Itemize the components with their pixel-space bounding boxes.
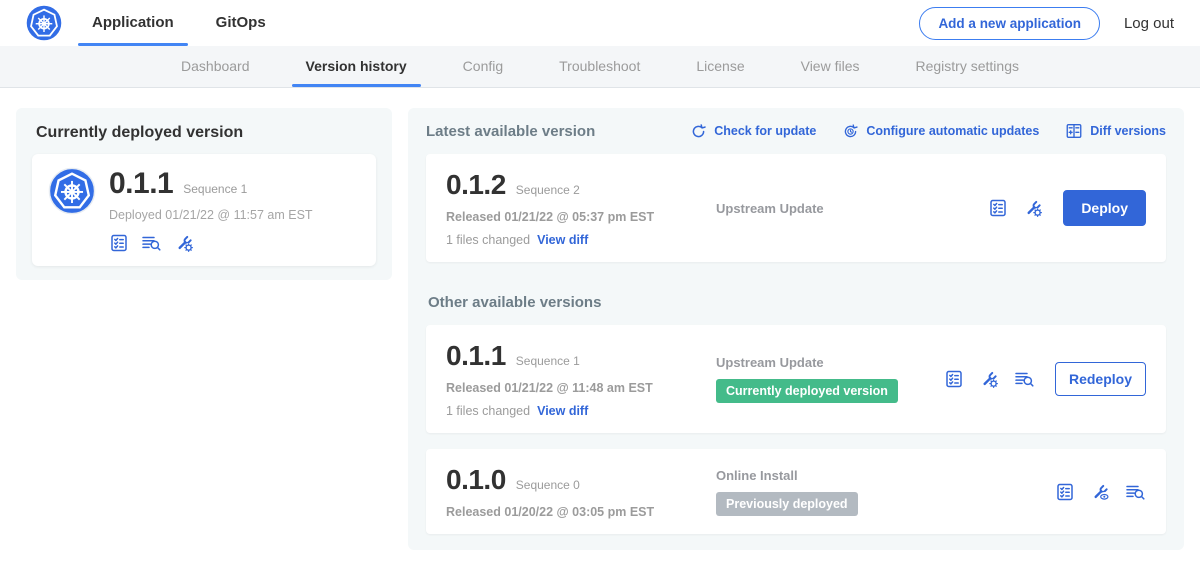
- tab-license[interactable]: License: [668, 46, 772, 87]
- files-changed-row: 1 files changed View diff: [446, 404, 694, 418]
- tab-registry-settings[interactable]: Registry settings: [888, 46, 1047, 87]
- kubernetes-logo-icon: [26, 5, 62, 41]
- version-number: 0.1.2: [446, 169, 506, 201]
- source-label: Online Install: [716, 468, 1055, 483]
- version-source-column: Upstream Update: [694, 201, 988, 216]
- currently-deployed-panel: Currently deployed version: [16, 108, 392, 280]
- version-card-0-1-2: 0.1.2 Sequence 2 Released 01/21/22 @ 05:…: [426, 154, 1166, 262]
- sequence-label: Sequence 1: [516, 354, 580, 368]
- version-source-column: Online Install Previously deployed: [694, 468, 1055, 516]
- app-kubernetes-icon: [48, 167, 96, 215]
- edit-config-icon[interactable]: [174, 233, 194, 253]
- preflight-checks-icon[interactable]: [944, 369, 964, 389]
- tab-version-history[interactable]: Version history: [278, 46, 435, 87]
- sequence-label: Sequence 0: [516, 478, 580, 492]
- latest-available-title: Latest available version: [426, 123, 595, 140]
- source-label: Upstream Update: [716, 355, 944, 370]
- deployed-version-number: 0.1.1: [109, 167, 173, 201]
- released-timestamp: Released 01/21/22 @ 11:48 am EST: [446, 381, 694, 395]
- view-logs-icon[interactable]: [1014, 369, 1035, 389]
- view-diff-link[interactable]: View diff: [537, 404, 588, 418]
- app-sub-nav: Dashboard Version history Config Trouble…: [0, 46, 1200, 88]
- top-nav: Application GitOps Add a new application…: [0, 0, 1200, 46]
- check-for-update-link[interactable]: Check for update: [690, 123, 816, 140]
- version-card-0-1-0: 0.1.0 Sequence 0 Released 01/20/22 @ 03:…: [426, 449, 1166, 534]
- available-versions-panel: Latest available version Check for updat…: [408, 108, 1184, 550]
- preflight-checks-icon[interactable]: [109, 233, 129, 253]
- check-for-update-label: Check for update: [714, 124, 816, 138]
- version-actions-column: [1055, 482, 1146, 502]
- sequence-label: Sequence 2: [516, 183, 580, 197]
- available-versions-header: Latest available version Check for updat…: [426, 122, 1166, 140]
- version-number: 0.1.0: [446, 464, 506, 496]
- edit-config-icon[interactable]: [1023, 198, 1043, 218]
- tab-dashboard[interactable]: Dashboard: [153, 46, 278, 87]
- add-application-button[interactable]: Add a new application: [919, 7, 1100, 40]
- deployed-version-info: 0.1.1 Sequence 1 Deployed 01/21/22 @ 11:…: [109, 167, 313, 253]
- version-actions-column: Deploy: [988, 190, 1146, 226]
- previously-deployed-badge: Previously deployed: [716, 492, 858, 516]
- logout-button[interactable]: Log out: [1124, 15, 1174, 32]
- version-card-0-1-1: 0.1.1 Sequence 1 Released 01/21/22 @ 11:…: [426, 325, 1166, 433]
- released-timestamp: Released 01/21/22 @ 05:37 pm EST: [446, 210, 694, 224]
- view-logs-icon[interactable]: [1125, 482, 1146, 502]
- files-changed-label: 1 files changed: [446, 404, 530, 418]
- view-diff-link[interactable]: View diff: [537, 233, 588, 247]
- currently-deployed-badge: Currently deployed version: [716, 379, 898, 403]
- version-number: 0.1.1: [446, 340, 506, 372]
- currently-deployed-title: Currently deployed version: [36, 124, 376, 142]
- deployed-version-card: 0.1.1 Sequence 1 Deployed 01/21/22 @ 11:…: [32, 154, 376, 266]
- version-actions-column: Redeploy: [944, 362, 1146, 396]
- version-actions: Check for update Configure automatic upd…: [690, 122, 1166, 140]
- released-timestamp: Released 01/20/22 @ 03:05 pm EST: [446, 505, 694, 519]
- deploy-button[interactable]: Deploy: [1063, 190, 1146, 226]
- version-info: 0.1.1 Sequence 1 Released 01/21/22 @ 11:…: [446, 340, 694, 418]
- tab-gitops[interactable]: GitOps: [216, 0, 266, 46]
- deployed-timestamp: Deployed 01/21/22 @ 11:57 am EST: [109, 208, 313, 222]
- tab-troubleshoot[interactable]: Troubleshoot: [531, 46, 668, 87]
- files-changed-row: 1 files changed View diff: [446, 233, 694, 247]
- diff-versions-label: Diff versions: [1090, 124, 1166, 138]
- refresh-icon: [690, 123, 707, 140]
- other-versions-title: Other available versions: [428, 294, 1166, 311]
- tab-config[interactable]: Config: [435, 46, 531, 87]
- version-info: 0.1.0 Sequence 0 Released 01/20/22 @ 03:…: [446, 464, 694, 519]
- preflight-checks-icon[interactable]: [988, 198, 1008, 218]
- files-changed-label: 1 files changed: [446, 233, 530, 247]
- redeploy-button[interactable]: Redeploy: [1055, 362, 1146, 396]
- preflight-checks-icon[interactable]: [1055, 482, 1075, 502]
- view-logs-icon[interactable]: [141, 233, 162, 253]
- top-nav-right: Add a new application Log out: [919, 7, 1174, 40]
- diff-versions-link[interactable]: Diff versions: [1065, 122, 1166, 140]
- top-nav-tabs: Application GitOps: [92, 0, 308, 46]
- tab-view-files[interactable]: View files: [773, 46, 888, 87]
- configure-automatic-updates-label: Configure automatic updates: [866, 124, 1039, 138]
- edit-config-icon[interactable]: [979, 369, 999, 389]
- version-info: 0.1.2 Sequence 2 Released 01/21/22 @ 05:…: [446, 169, 694, 247]
- source-label: Upstream Update: [716, 201, 988, 216]
- deployed-sequence-label: Sequence 1: [183, 182, 247, 196]
- version-source-column: Upstream Update Currently deployed versi…: [694, 355, 944, 403]
- view-config-icon[interactable]: [1090, 482, 1110, 502]
- configure-automatic-updates-link[interactable]: Configure automatic updates: [842, 123, 1039, 140]
- diff-icon: [1065, 122, 1083, 140]
- tab-application[interactable]: Application: [92, 0, 174, 46]
- auto-update-clock-icon: [842, 123, 859, 140]
- main-content: Currently deployed version: [0, 88, 1200, 566]
